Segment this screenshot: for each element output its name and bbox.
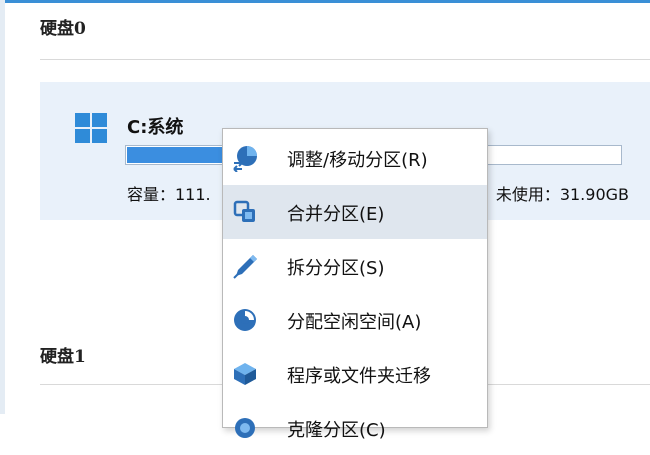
windows-icon [75,113,107,143]
resize-partition-icon [233,146,257,172]
window-top-border [0,0,650,3]
menu-item-resize-move[interactable]: 调整/移动分区(R) [223,131,487,185]
menu-item-label: 分配空闲空间(A) [287,312,422,333]
clone-partition-icon [235,418,255,438]
partition-unused-space: 未使用：31.90GB [495,185,629,204]
disk-1-title: 硬盘1 [40,347,86,367]
menu-item-split[interactable]: 拆分分区(S) [223,239,487,293]
menu-item-label: 拆分分区(S) [287,258,385,279]
partition-name: C:系统 [127,117,184,138]
left-panel-edge [0,0,5,414]
menu-item-label: 克隆分区(C) [287,420,386,441]
partition-context-menu: 调整/移动分区(R) 合并分区(E) 拆分分区(S) 分配空闲空间(A) 程序或… [222,128,488,441]
split-partition-icon [233,255,257,279]
partition-capacity: 容量：111. [127,185,211,204]
disk-0-title: 硬盘0 [40,19,86,39]
migrate-app-icon [234,363,256,385]
disk-0-divider [40,59,650,60]
menu-item-migrate-app[interactable]: 程序或文件夹迁移 [223,347,487,401]
merge-partition-icon [233,200,255,222]
menu-item-allocate-free-space[interactable]: 分配空闲空间(A) [223,293,487,347]
menu-item-merge[interactable]: 合并分区(E) [223,185,487,239]
menu-item-label: 调整/移动分区(R) [287,150,428,171]
menu-item-label: 程序或文件夹迁移 [287,366,431,387]
allocate-space-icon [234,309,256,331]
menu-item-label: 合并分区(E) [287,204,385,225]
menu-item-clone[interactable]: 克隆分区(C) [223,401,487,455]
